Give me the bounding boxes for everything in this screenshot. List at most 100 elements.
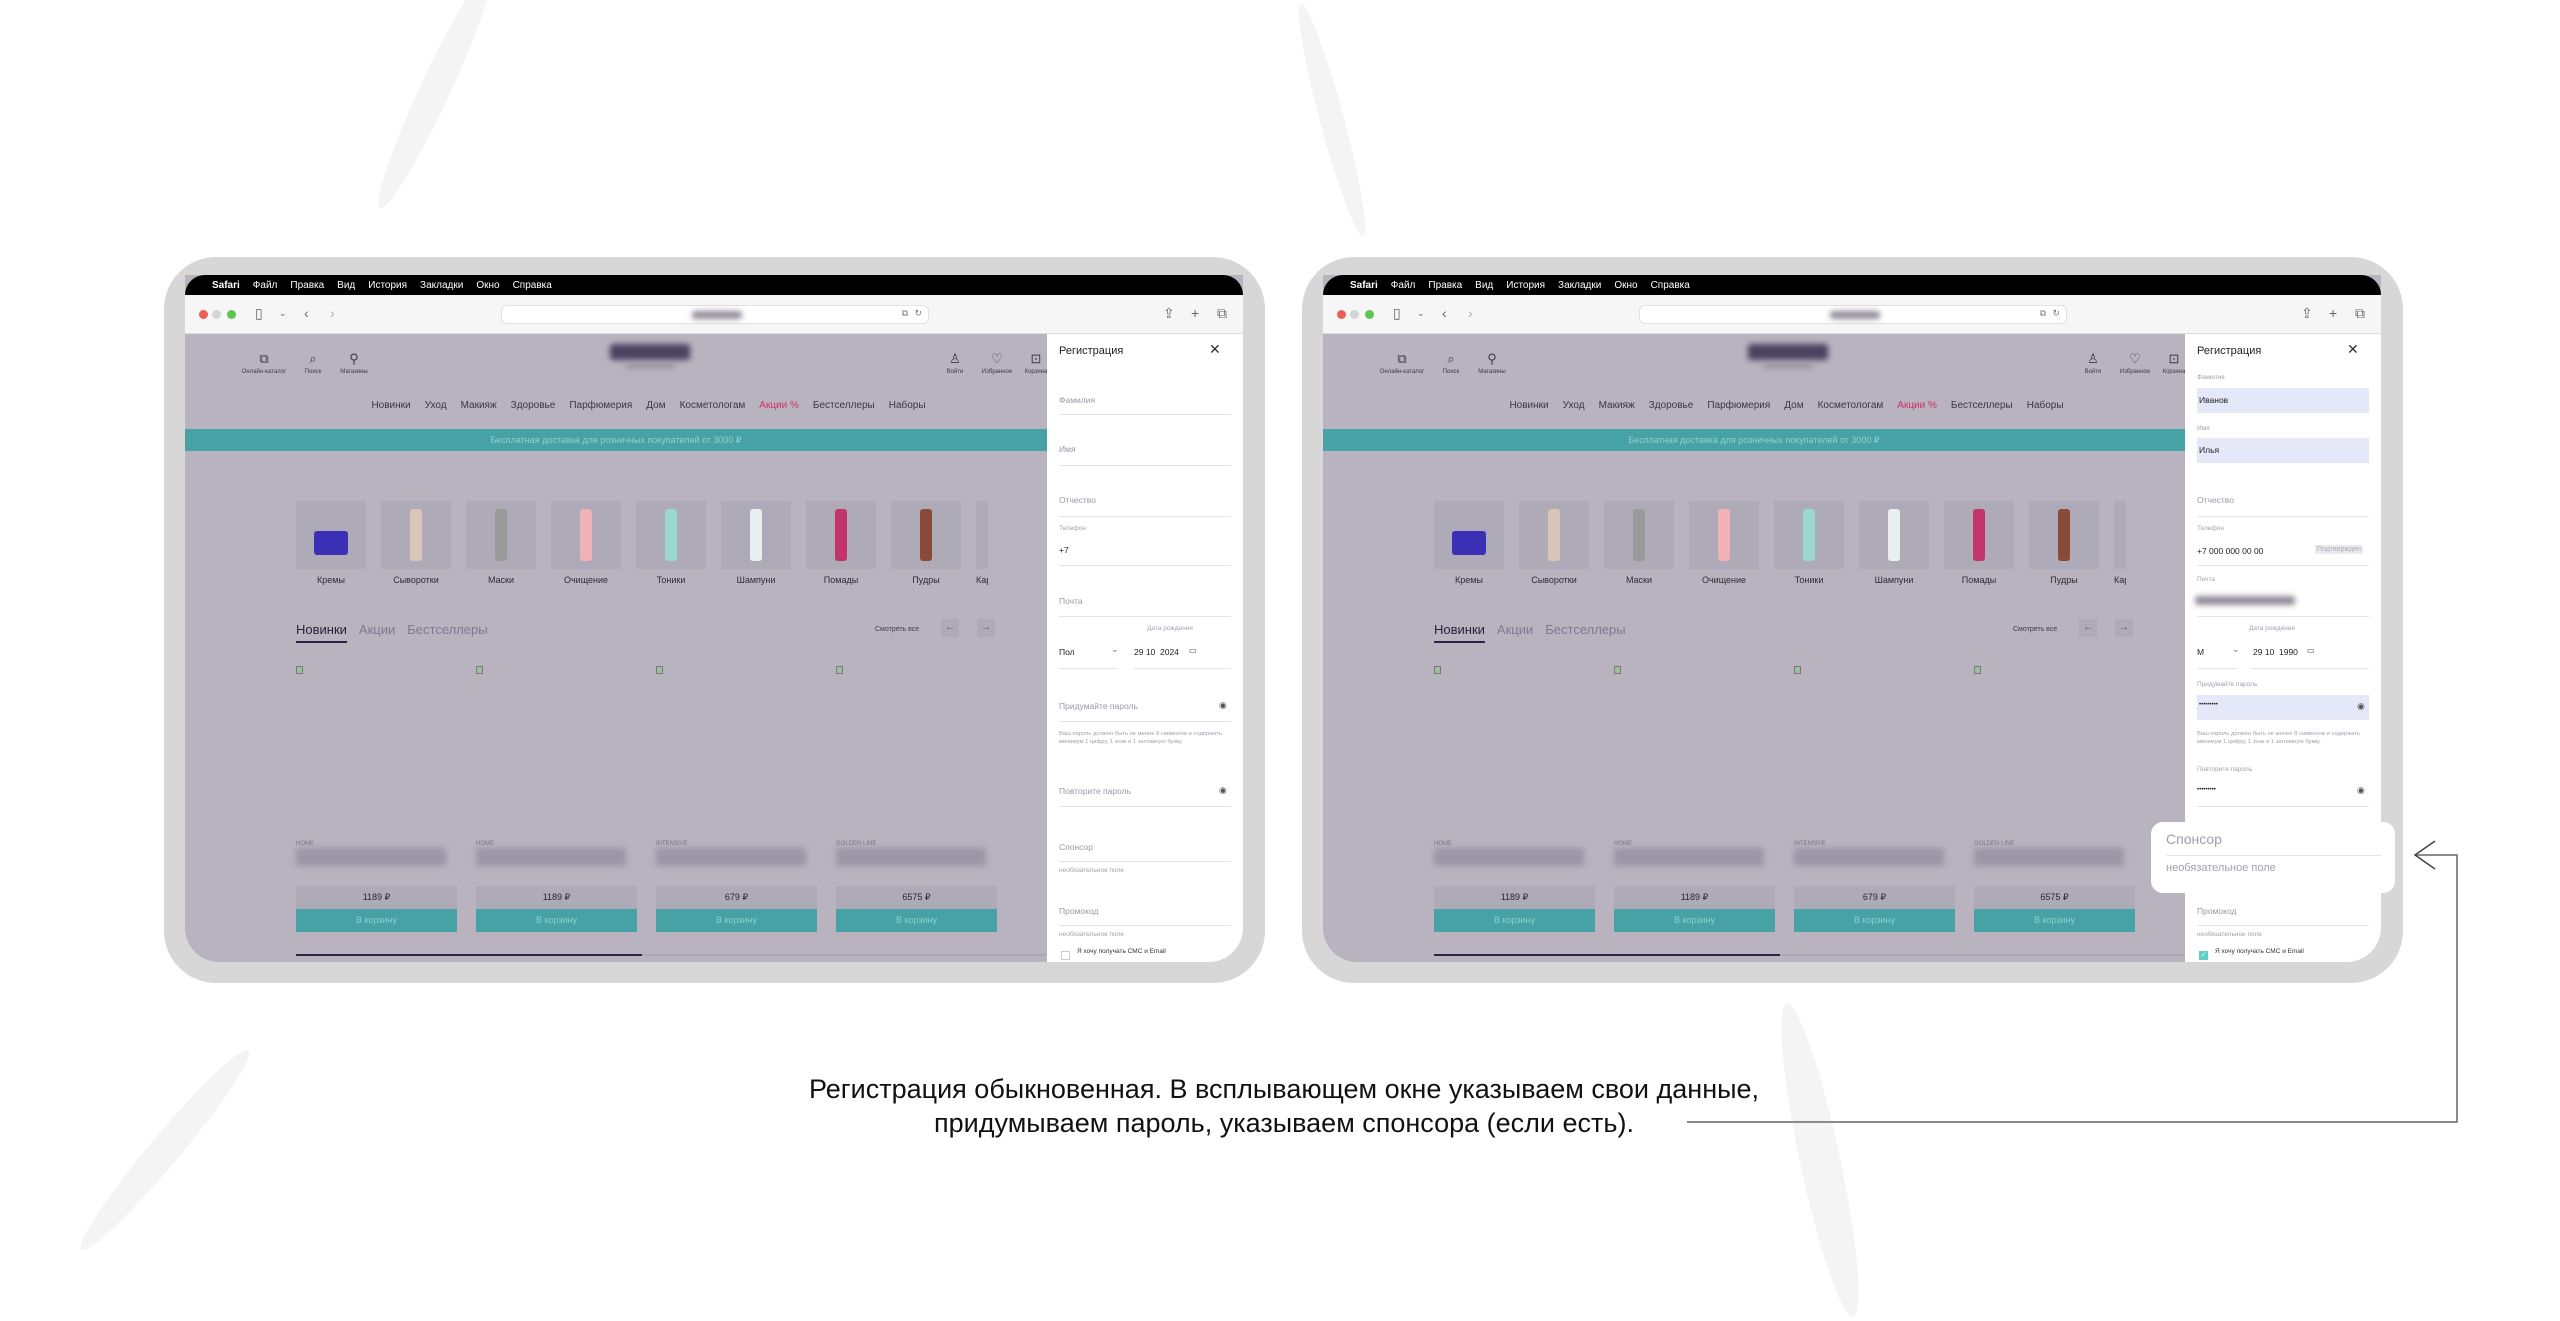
arrow-right-icon[interactable]: → [977,619,995,637]
menubar-item[interactable]: История [368,280,407,291]
tab-1[interactable]: Акции [1497,622,1533,643]
repeat-password-input[interactable]: ••••••••• [2197,787,2216,793]
repeat-password-input[interactable]: Повторите пароль [1059,786,1131,796]
nav-item[interactable]: Новинки [1509,400,1548,411]
tabs-overview-icon[interactable]: ⧉ [1217,305,1227,322]
see-all-link[interactable]: Смотреть все [875,626,919,633]
menubar-item[interactable]: Справка [1651,280,1690,291]
window-control-button[interactable] [1365,310,1374,319]
header-link[interactable]: ⊡ Корзина [1025,352,1048,376]
see-all-link[interactable]: Смотреть все [2013,626,2057,633]
add-to-cart-button[interactable]: В корзину [296,909,457,932]
header-link[interactable]: ⌕ Поиск [1443,352,1460,376]
share-icon[interactable]: ⇪ [2301,305,2313,322]
share-icon[interactable]: ⇪ [1163,305,1175,322]
last-name-input[interactable]: Фамилия [1059,395,1095,405]
nav-item[interactable]: Уход [425,400,447,411]
category-tile[interactable] [1519,501,1589,569]
eye-icon[interactable]: ◉ [1219,785,1227,796]
eye-icon[interactable]: ◉ [2357,785,2365,796]
nav-item[interactable]: Новинки [371,400,410,411]
category-tile[interactable] [2114,501,2126,569]
menubar-item[interactable]: Safari [1350,280,1378,291]
menubar-item[interactable]: Окно [476,280,499,291]
gender-select[interactable]: Пол [1059,647,1075,657]
promo-input[interactable]: Промокод [1059,906,1098,916]
category-tile[interactable] [1859,501,1929,569]
arrow-left-icon[interactable]: ← [2079,619,2097,637]
menubar-item[interactable]: Правка [290,280,324,291]
back-icon[interactable]: ‹ [1442,305,1447,321]
nav-item[interactable]: Косметологам [680,400,746,411]
header-link[interactable]: ⧉ Онлайн-каталог [242,352,287,376]
site-logo[interactable] [1748,344,1828,360]
nav-item[interactable]: Наборы [2027,400,2064,411]
new-tab-icon[interactable]: + [2329,305,2337,321]
close-icon[interactable]: ✕ [1209,341,1221,358]
phone-input[interactable]: +7 000 000 00 00 [2197,546,2263,556]
category-tile[interactable] [1604,501,1674,569]
reload-icon[interactable]: ↻ [914,308,922,319]
add-to-cart-button[interactable]: В корзину [656,909,817,932]
nav-item[interactable]: Здоровье [1649,400,1694,411]
nav-item[interactable]: Макияж [461,400,497,411]
translate-icon[interactable]: ⧉ [902,308,908,319]
category-label[interactable]: Помады [1944,575,2014,585]
category-label[interactable]: Сыворотки [381,575,451,585]
category-label[interactable]: Шампуни [1859,575,1929,585]
password-input[interactable]: Придумайте пароль [1059,701,1138,711]
eye-icon[interactable]: ◉ [1219,700,1227,711]
menubar-item[interactable]: Правка [1428,280,1462,291]
chevron-down-icon[interactable]: ⌄ [279,308,287,319]
birth-date-input[interactable]: 29 10 1990 [2253,647,2298,657]
menubar-item[interactable]: Вид [337,280,355,291]
product-name-blurred[interactable] [836,848,986,866]
header-link[interactable]: ♡ Избранное [982,352,1012,376]
category-label[interactable]: Очищение [1689,575,1759,585]
nav-item[interactable]: Акции % [759,400,799,411]
tab-2[interactable]: Бестселлеры [1545,622,1625,643]
window-control-button[interactable] [1350,310,1359,319]
header-link[interactable]: ⚲ Магазины [340,352,367,376]
address-bar[interactable]: ⧉ ↻ [501,305,929,324]
category-label[interactable]: Маски [466,575,536,585]
header-link[interactable]: ⚲ Магазины [1478,352,1505,376]
category-tile[interactable] [551,501,621,569]
category-label[interactable]: Тоники [636,575,706,585]
menubar-item[interactable]: Закладки [420,280,463,291]
tab-1[interactable]: Акции [359,622,395,643]
category-tile[interactable] [636,501,706,569]
category-label[interactable]: Пудры [891,575,961,585]
product-name-blurred[interactable] [476,848,626,866]
back-icon[interactable]: ‹ [304,305,309,321]
consent-checkbox[interactable] [1061,951,1070,960]
tabs-overview-icon[interactable]: ⧉ [2355,305,2365,322]
header-link[interactable]: ⧉ Онлайн-каталог [1380,352,1425,376]
nav-item[interactable]: Парфюмерия [1707,400,1770,411]
window-control-button[interactable] [1337,310,1346,319]
window-control-button[interactable] [199,310,208,319]
calendar-icon[interactable]: ▭ [1189,646,1197,655]
nav-item[interactable]: Бестселлеры [813,400,875,411]
chevron-down-icon[interactable]: ⌄ [1417,308,1425,319]
site-logo[interactable] [610,344,690,360]
nav-item[interactable]: Наборы [889,400,926,411]
email-input-blurred[interactable] [2195,596,2295,605]
category-tile[interactable] [1434,501,1504,569]
menubar-item[interactable]: Закладки [1558,280,1601,291]
nav-item[interactable]: Акции % [1897,400,1937,411]
product-name-blurred[interactable] [1434,848,1584,866]
add-to-cart-button[interactable]: В корзину [1434,909,1595,932]
add-to-cart-button[interactable]: В корзину [836,909,997,932]
nav-item[interactable]: Уход [1563,400,1585,411]
first-name-input[interactable] [2197,438,2369,463]
tab-0[interactable]: Новинки [296,622,347,643]
window-control-button[interactable] [227,310,236,319]
header-link[interactable]: ♡ Избранное [2120,352,2150,376]
address-bar[interactable]: ⧉ ↻ [1639,305,2067,324]
forward-icon[interactable]: › [1468,305,1473,321]
product-name-blurred[interactable] [296,848,446,866]
category-tile[interactable] [721,501,791,569]
menubar-item[interactable]: Вид [1475,280,1493,291]
eye-icon[interactable]: ◉ [2357,701,2365,712]
